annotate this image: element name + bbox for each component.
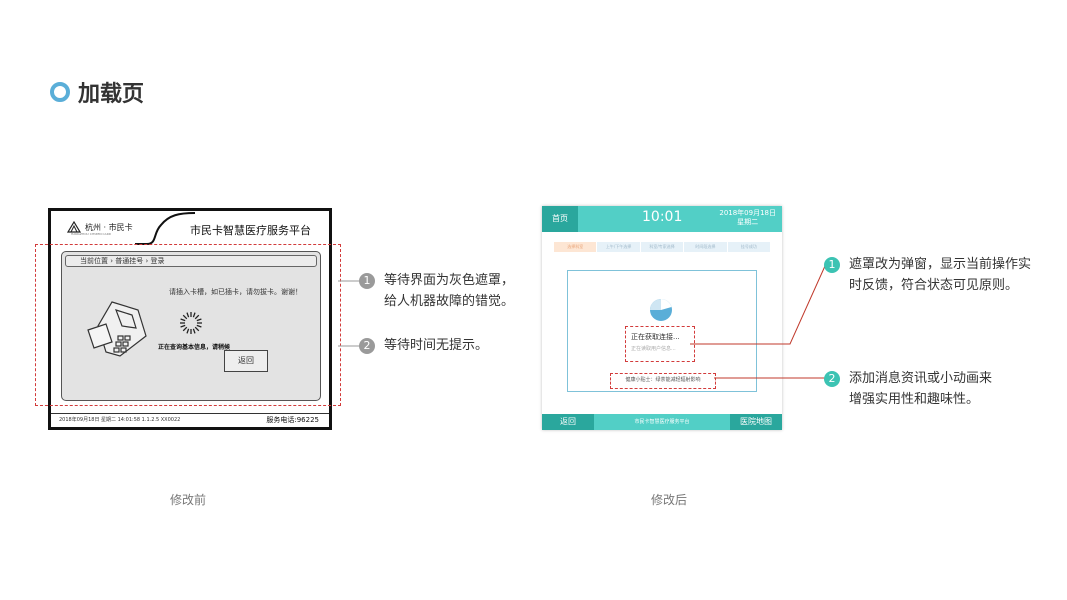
hospital-map-button[interactable]: 医院地图: [730, 414, 782, 430]
step-4: 时间段选择: [684, 242, 727, 252]
date-text: 2018年09月18日: [719, 209, 776, 217]
before-logo-text: 杭州 · 市民卡: [85, 222, 133, 232]
after-note-leaders: [690, 265, 826, 379]
after-note-2-line-2: 增强实用性和趣味性。: [849, 392, 980, 407]
current-time: 10:01: [642, 209, 683, 225]
after-note-2-badge: 2: [824, 371, 840, 387]
step-1: 选择科室: [554, 242, 597, 252]
page-title: 加载页: [50, 76, 144, 108]
step-progress-bar: 选择科室 上午/下午选择 科室/专家选择 时间段选择 挂号成功: [554, 242, 771, 252]
page-title-text: 加载页: [78, 82, 145, 107]
before-note-2-line-1: 等待时间无提示。: [384, 338, 489, 353]
after-caption: 修改后: [651, 493, 688, 507]
after-note-2: 添加消息资讯或小动画来 增强实用性和趣味性。: [849, 368, 992, 410]
after-footer-title: 市民卡智慧医疗服务平台: [634, 419, 690, 425]
after-header: 首页 10:01 2018年09月18日 星期二: [542, 206, 782, 232]
before-note-2-badge: 2: [359, 338, 375, 354]
before-logo-subtext: HANGZHOU CITIZEN CARD: [71, 232, 112, 236]
before-note-1-line-1: 等待界面为灰色遮罩，: [384, 273, 515, 288]
after-note-1: 遮罩改为弹窗，显示当前操作实 时反馈，符合状态可见原则。: [849, 254, 1031, 296]
before-highlight-dashed-box: [35, 244, 341, 406]
after-note-1-line-2: 时反馈，符合状态可见原则。: [849, 278, 1019, 293]
current-date: 2018年09月18日 星期二: [719, 209, 776, 227]
pie-loading-icon: [650, 299, 672, 321]
before-platform-title: 市民卡智慧医疗服务平台: [190, 224, 311, 237]
before-note-1: 等待界面为灰色遮罩， 给人机器故障的错觉。: [384, 270, 514, 312]
step-3: 科室/专家选择: [640, 242, 684, 252]
service-phone: 服务电话:96225: [266, 416, 319, 424]
after-note-1-line-1: 遮罩改为弹窗，显示当前操作实: [849, 257, 1032, 272]
title-ring-icon: [50, 82, 70, 102]
before-footer-info: 2018年09月18日 星期二 14:01:58 1.1.2.5 XX0022: [59, 417, 181, 423]
after-note-2-line-1: 添加消息资讯或小动画来: [849, 371, 993, 386]
before-note-1-line-2: 给人机器故障的错觉。: [384, 294, 515, 309]
step-2: 上午/下午选择: [597, 242, 640, 252]
before-note-1-badge: 1: [359, 273, 375, 289]
status-sub-text: 正在读取用户信息...: [631, 346, 676, 352]
before-note-leaders: [338, 280, 360, 347]
before-caption: 修改前: [170, 493, 207, 507]
before-note-2: 等待时间无提示。: [384, 335, 488, 356]
after-back-button[interactable]: 返回: [542, 414, 594, 430]
header-curve-divider: [135, 212, 195, 245]
after-footer: 返回 市民卡智慧医疗服务平台 医院地图: [542, 414, 782, 430]
before-header: 杭州 · 市民卡 HANGZHOU CITIZEN CARD 市民卡智慧医疗服务…: [51, 211, 329, 245]
before-footer: 2018年09月18日 星期二 14:01:58 1.1.2.5 XX0022 …: [51, 413, 329, 427]
after-note-1-badge: 1: [824, 257, 840, 273]
status-main-text: 正在获取连接...: [631, 333, 680, 341]
status-feedback-box: 正在获取连接... 正在读取用户信息...: [625, 326, 695, 362]
weekday-text: 星期二: [737, 218, 759, 226]
home-button[interactable]: 首页: [542, 206, 578, 232]
step-5: 挂号成功: [727, 242, 771, 252]
